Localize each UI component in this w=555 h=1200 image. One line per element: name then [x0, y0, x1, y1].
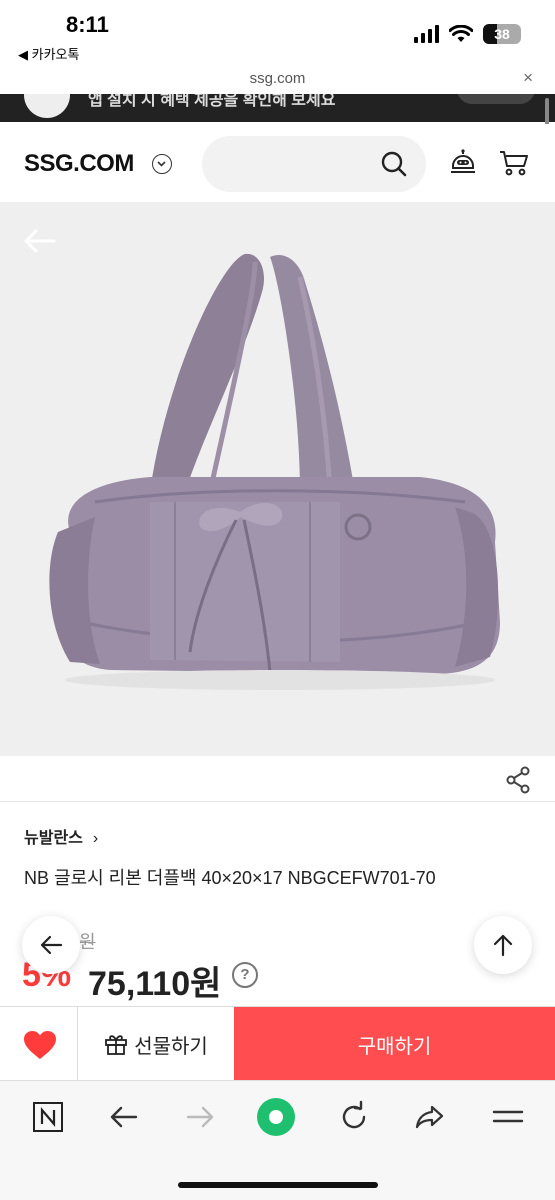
- scroll-to-top-button[interactable]: [474, 916, 532, 974]
- battery-level: 38: [494, 26, 510, 42]
- chevron-right-icon: ›: [92, 830, 99, 847]
- purchase-bar: 선물하기 구매하기: [0, 1006, 555, 1081]
- naver-home-icon[interactable]: [28, 1097, 68, 1137]
- cart-icon[interactable]: [498, 148, 530, 178]
- battery-icon: 38: [483, 24, 521, 44]
- search-icon[interactable]: [380, 150, 408, 178]
- banner-app-icon: [24, 94, 70, 118]
- gift-button[interactable]: 선물하기: [78, 1007, 234, 1081]
- buy-button[interactable]: 구매하기: [234, 1007, 555, 1081]
- price-help-icon[interactable]: ?: [232, 962, 258, 988]
- forward-icon[interactable]: [180, 1097, 220, 1137]
- gift-icon: [105, 1035, 128, 1055]
- menu-icon[interactable]: [488, 1097, 528, 1137]
- back-icon[interactable]: [104, 1097, 144, 1137]
- buy-button-label: 구매하기: [357, 1035, 432, 1058]
- brand-link[interactable]: 뉴발란스 ›: [24, 824, 98, 848]
- close-icon[interactable]: ×: [523, 68, 533, 88]
- brand-name: 뉴발란스: [24, 830, 83, 847]
- share-row: [0, 756, 555, 802]
- gift-button-label: 선물하기: [134, 1035, 208, 1058]
- chatbot-icon[interactable]: [448, 148, 478, 178]
- url-text: ssg.com: [249, 70, 306, 87]
- gallery-back-arrow-icon[interactable]: [22, 228, 56, 254]
- product-name: NB 글로시 리본 더플백 40×20×17 NBGCEFW701-70: [24, 868, 436, 888]
- app-install-banner[interactable]: 앱 설치 시 혜택 제공을 확인해 보세요: [0, 94, 555, 122]
- heart-icon: [24, 1031, 56, 1059]
- sale-price: 75,110원: [88, 965, 222, 1003]
- status-time: 8:11: [66, 12, 109, 37]
- product-image: [49, 253, 500, 690]
- banner-text: 앱 설치 시 혜택 제공을 확인해 보세요: [88, 94, 336, 109]
- chevron-down-icon[interactable]: [152, 154, 172, 174]
- arrow-left-icon: [40, 935, 63, 955]
- signal-icon: [414, 25, 439, 43]
- product-image-gallery[interactable]: [0, 202, 555, 756]
- banner-button[interactable]: [457, 94, 535, 104]
- floating-back-button[interactable]: [22, 916, 80, 974]
- status-indicators: 38: [414, 24, 521, 44]
- status-bar: 8:11 ◀ 카카오톡 38: [0, 0, 555, 70]
- green-dot-icon[interactable]: [256, 1097, 296, 1137]
- share-forward-icon[interactable]: [410, 1097, 450, 1137]
- home-indicator: [178, 1182, 378, 1188]
- site-header: SSG.COM: [0, 124, 555, 202]
- wifi-icon: [449, 25, 473, 42]
- refresh-icon[interactable]: [334, 1097, 374, 1137]
- search-input[interactable]: [202, 136, 426, 192]
- arrow-up-icon: [493, 934, 513, 957]
- wishlist-button[interactable]: [0, 1007, 78, 1081]
- back-to-app-link[interactable]: ◀ 카카오톡: [18, 44, 79, 63]
- browser-toolbar: [0, 1080, 555, 1200]
- site-logo[interactable]: SSG.COM: [24, 150, 134, 178]
- share-icon[interactable]: [505, 766, 531, 794]
- url-bar[interactable]: ssg.com ×: [0, 66, 555, 94]
